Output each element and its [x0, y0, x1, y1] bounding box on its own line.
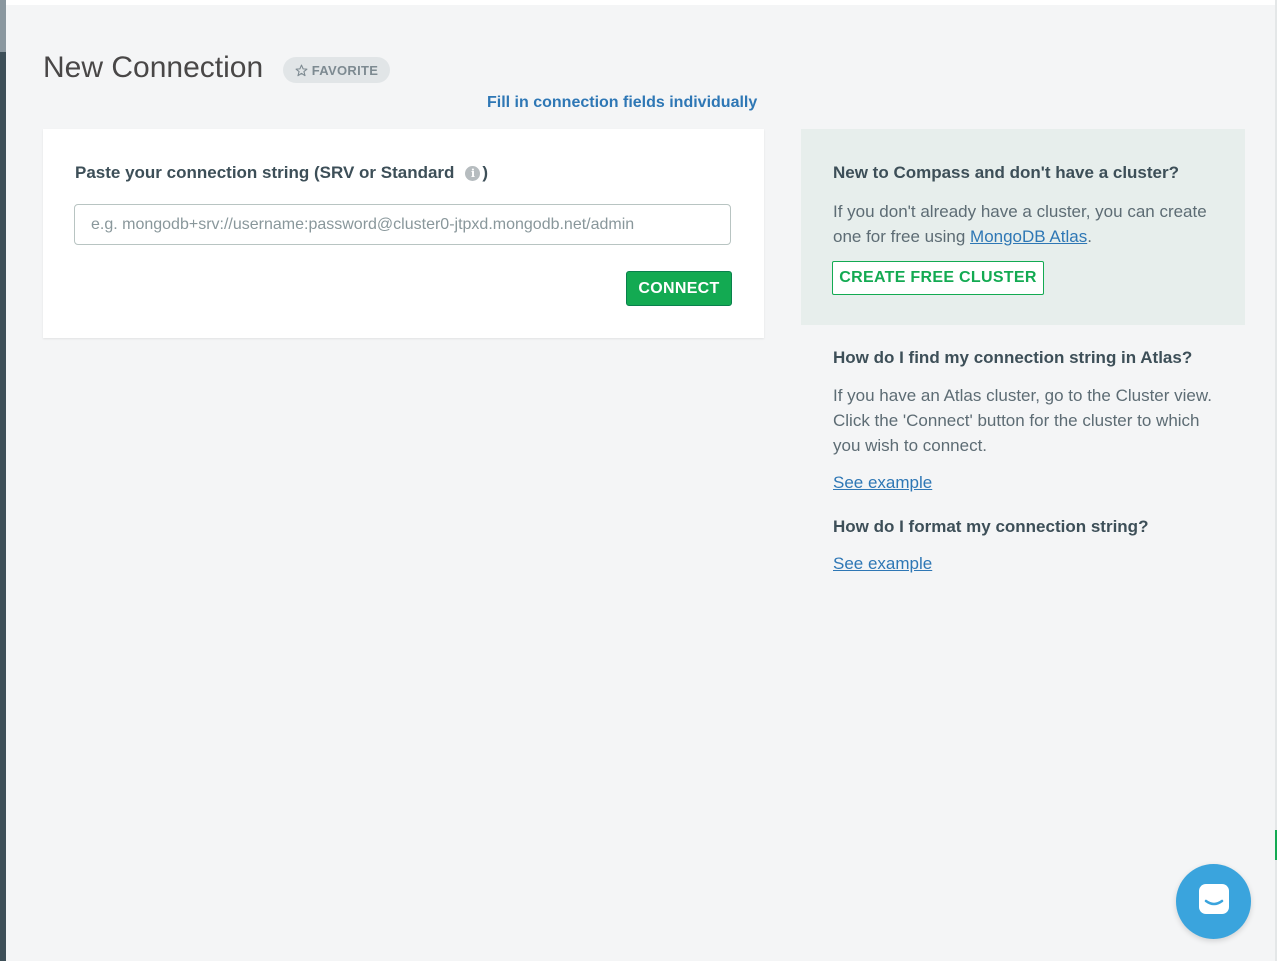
- info-icon[interactable]: i: [465, 165, 481, 181]
- connection-string-help: How do I find my connection string in At…: [801, 325, 1245, 625]
- window-top-strip: [0, 0, 1277, 5]
- connection-string-input[interactable]: [74, 204, 731, 245]
- favorite-button[interactable]: FAVORITE: [283, 57, 390, 83]
- connection-string-label-text: Paste your connection string (SRV or Sta…: [75, 163, 455, 182]
- find-connection-string-title: How do I find my connection string in At…: [833, 348, 1193, 367]
- star-icon: [295, 64, 308, 77]
- new-to-compass-text-end: .: [1087, 227, 1092, 246]
- new-to-compass-title: New to Compass and don't have a cluster?: [833, 163, 1180, 182]
- sidebar-edge-highlight: [0, 0, 6, 52]
- create-free-cluster-button[interactable]: CREATE FREE CLUSTER: [832, 261, 1044, 295]
- chat-icon: [1197, 882, 1231, 921]
- see-example-link-format[interactable]: See example: [833, 554, 932, 574]
- mongodb-atlas-link[interactable]: MongoDB Atlas: [970, 227, 1087, 246]
- favorite-label: FAVORITE: [311, 62, 379, 78]
- fill-fields-individually-link[interactable]: Fill in connection fields individually: [487, 94, 757, 112]
- connection-string-label-close: ): [482, 163, 489, 182]
- page-title: New Connection: [43, 51, 264, 84]
- new-to-compass-text: If you don't already have a cluster, you…: [833, 199, 1223, 249]
- find-connection-string-text: If you have an Atlas cluster, go to the …: [833, 386, 1212, 455]
- connection-string-card: Paste your connection string (SRV or Sta…: [43, 129, 764, 338]
- connection-string-label: Paste your connection string (SRV or Sta…: [75, 163, 488, 183]
- format-connection-string-title: How do I format my connection string?: [833, 517, 1149, 536]
- see-example-link-atlas[interactable]: See example: [833, 473, 932, 493]
- chat-widget-button[interactable]: [1176, 864, 1251, 939]
- new-to-compass-box: New to Compass and don't have a cluster?…: [801, 129, 1245, 325]
- sidebar-edge: [0, 0, 6, 961]
- connect-button[interactable]: CONNECT: [626, 271, 732, 306]
